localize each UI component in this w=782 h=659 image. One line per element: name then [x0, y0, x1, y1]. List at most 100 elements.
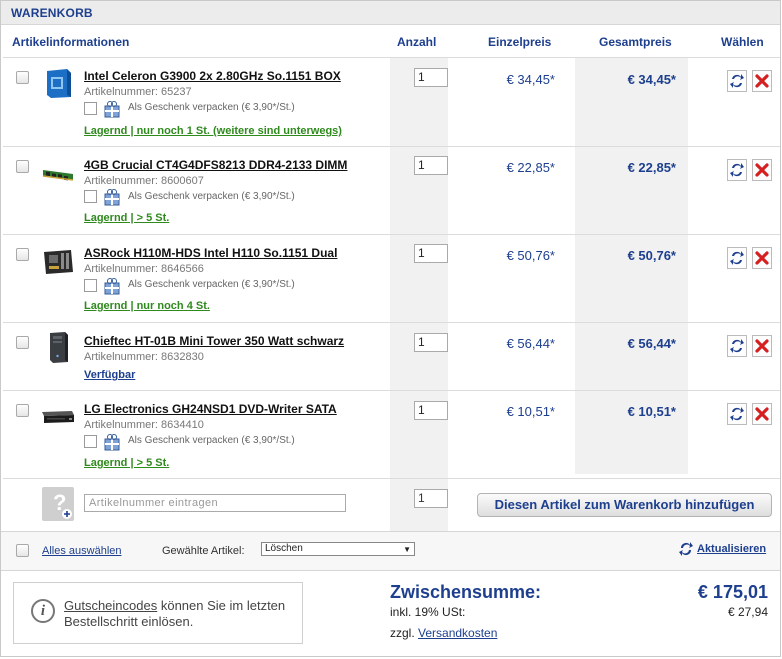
add-to-cart-button[interactable]: Diesen Artikel zum Warenkorb hinzufügen	[477, 493, 772, 517]
unit-price: € 50,76*	[506, 248, 555, 263]
gift-wrap-checkbox[interactable]	[84, 279, 97, 292]
select-all-checkbox[interactable]	[16, 544, 29, 557]
unit-price: € 34,45*	[506, 72, 555, 87]
col-header-total-price: Gesamtpreis	[599, 35, 672, 49]
stock-status-link[interactable]: Lagernd | > 5 St.	[84, 457, 169, 469]
total-price: € 56,44*	[627, 336, 676, 351]
motherboard-thumbnail	[44, 250, 73, 274]
ram-module-thumbnail	[42, 170, 74, 181]
delete-icon[interactable]	[752, 159, 772, 181]
add-article-icon: ?	[42, 487, 74, 521]
total-price: € 10,51*	[627, 404, 676, 419]
total-price: € 22,85*	[627, 160, 676, 175]
col-header-quantity: Anzahl	[397, 35, 437, 49]
total-price: € 34,45*	[627, 72, 676, 87]
vat-value: € 27,94	[727, 605, 768, 619]
quantity-input[interactable]: 1	[414, 156, 448, 175]
selected-action-select[interactable]: Löschen ▼	[261, 542, 415, 556]
item-article-number: Artikelnummer: 8600607	[84, 175, 204, 187]
total-price: € 50,76*	[627, 248, 676, 263]
subtotal-value: € 175,01	[697, 582, 768, 602]
quantity-input[interactable]: 1	[414, 401, 448, 420]
col-header-unit-price: Einzelpreis	[488, 35, 552, 49]
gift-icon	[104, 101, 120, 118]
item-select-checkbox[interactable]	[16, 336, 29, 349]
gift-icon	[104, 434, 120, 451]
article-number-input[interactable]: Artikelnummer eintragen	[84, 494, 346, 512]
row-divider	[3, 390, 780, 391]
item-article-number: Artikelnummer: 8634410	[84, 419, 204, 431]
refresh-icon[interactable]	[727, 247, 747, 269]
gift-wrap-label: Als Geschenk verpacken (€ 3,90*/St.)	[128, 102, 295, 113]
selected-items-label: Gewählte Artikel:	[162, 545, 245, 557]
quantity-column-bg	[390, 58, 448, 531]
refresh-icon[interactable]	[678, 540, 694, 558]
stock-status-link[interactable]: Lagernd | nur noch 1 St. (weitere sind u…	[84, 125, 342, 137]
add-quantity-input[interactable]: 1	[414, 489, 448, 508]
item-select-checkbox[interactable]	[16, 248, 29, 261]
item-name-link[interactable]: ASRock H110M-HDS Intel H110 So.1151 Dual	[84, 246, 337, 260]
stock-status-link[interactable]: Verfügbar	[84, 369, 135, 381]
item-article-number: Artikelnummer: 8632830	[84, 351, 204, 363]
gift-wrap-checkbox[interactable]	[84, 435, 97, 448]
header-divider	[3, 57, 780, 58]
cpu-box-thumbnail	[47, 69, 71, 98]
cart-title: WARENKORB	[11, 6, 93, 20]
gift-wrap-label: Als Geschenk verpacken (€ 3,90*/St.)	[128, 279, 295, 290]
item-name-link[interactable]: LG Electronics GH24NSD1 DVD-Writer SATA	[84, 402, 337, 416]
quantity-input[interactable]: 1	[414, 333, 448, 352]
selected-action-value: Löschen	[265, 543, 303, 554]
quantity-input[interactable]: 1	[414, 244, 448, 263]
item-name-link[interactable]: Intel Celeron G3900 2x 2.80GHz So.1151 B…	[84, 69, 341, 83]
stock-status-link[interactable]: Lagernd | > 5 St.	[84, 212, 169, 224]
shipping-note: zzgl. Versandkosten	[390, 626, 497, 640]
subtotal-label: Zwischensumme:	[390, 582, 542, 602]
delete-icon[interactable]	[752, 70, 772, 92]
refresh-icon[interactable]	[727, 70, 747, 92]
gift-icon	[104, 278, 120, 295]
voucher-info-box: i Gutscheincodes können Sie im letzten B…	[13, 582, 303, 644]
update-cart-link[interactable]: Aktualisieren	[697, 543, 766, 555]
quantity-input[interactable]: 1	[414, 68, 448, 87]
refresh-icon[interactable]	[727, 159, 747, 181]
voucher-link[interactable]: Gutscheincodes	[64, 598, 157, 613]
pc-tower-thumbnail	[50, 332, 68, 363]
unit-price: € 56,44*	[506, 336, 555, 351]
cart-panel: WARENKORB Artikelinformationen Anzahl Ei…	[0, 0, 781, 657]
item-select-checkbox[interactable]	[16, 160, 29, 173]
shipping-prefix: zzgl.	[390, 626, 419, 640]
shipping-costs-link[interactable]: Versandkosten	[418, 626, 497, 640]
item-name-link[interactable]: 4GB Crucial CT4G4DFS8213 DDR4-2133 DIMM	[84, 158, 347, 172]
col-header-article: Artikelinformationen	[12, 35, 130, 49]
delete-icon[interactable]	[752, 403, 772, 425]
row-divider	[3, 146, 780, 147]
gift-wrap-checkbox[interactable]	[84, 190, 97, 203]
cart-header: WARENKORB	[1, 1, 780, 25]
gift-wrap-checkbox[interactable]	[84, 102, 97, 115]
col-header-select: Wählen	[721, 35, 764, 49]
unit-price: € 10,51*	[506, 404, 555, 419]
item-article-number: Artikelnummer: 65237	[84, 86, 192, 98]
row-divider	[3, 322, 780, 323]
gift-wrap-label: Als Geschenk verpacken (€ 3,90*/St.)	[128, 435, 295, 446]
item-article-number: Artikelnummer: 8646566	[84, 263, 204, 275]
stock-status-link[interactable]: Lagernd | nur noch 4 St.	[84, 300, 210, 312]
info-icon: i	[31, 599, 55, 623]
gift-icon	[104, 189, 120, 206]
unit-price: € 22,85*	[506, 160, 555, 175]
row-divider	[3, 478, 780, 479]
item-name-link[interactable]: Chieftec HT-01B Mini Tower 350 Watt schw…	[84, 334, 344, 348]
refresh-icon[interactable]	[727, 335, 747, 357]
voucher-text: Gutscheincodes können Sie im letzten Bes…	[64, 598, 294, 630]
chevron-down-icon: ▼	[403, 545, 411, 554]
delete-icon[interactable]	[752, 335, 772, 357]
delete-icon[interactable]	[752, 247, 772, 269]
item-select-checkbox[interactable]	[16, 404, 29, 417]
refresh-icon[interactable]	[727, 403, 747, 425]
vat-label: inkl. 19% USt:	[390, 605, 466, 619]
row-divider	[3, 234, 780, 235]
item-select-checkbox[interactable]	[16, 71, 29, 84]
select-all-link[interactable]: Alles auswählen	[42, 545, 122, 557]
gift-wrap-label: Als Geschenk verpacken (€ 3,90*/St.)	[128, 191, 295, 202]
dvd-drive-thumbnail	[42, 411, 74, 423]
